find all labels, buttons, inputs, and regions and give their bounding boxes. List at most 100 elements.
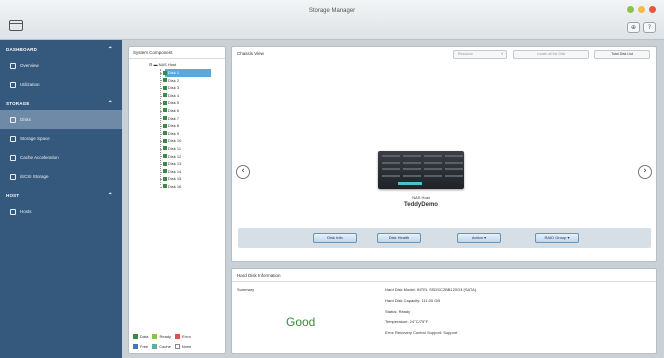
disk-tree-item[interactable]: Disk 4 [151,92,211,100]
disk-tree-item[interactable]: Disk 8 [151,122,211,130]
disk-detail-line: Hard Disk Capacity: 111.00 GB [385,297,440,303]
drive-bay[interactable] [445,161,463,164]
disk-tree-item[interactable]: Disk 6 [151,107,211,115]
sidebar-item-storage-space[interactable]: Storage Space [0,129,122,148]
sidebar-section-storage[interactable]: STORAGE ⌃ [0,98,122,110]
drive-bay[interactable] [382,174,400,177]
drive-bay[interactable] [445,168,463,170]
sidebar-item-label: Cache Acceleration [20,155,59,160]
disk-tree-item[interactable]: Disk 9 [151,130,211,138]
close-dot[interactable] [649,6,656,13]
drive-bay[interactable] [403,161,421,164]
disk-detail-line: Temperature: 24°C/75°F [385,319,429,325]
sidebar-item-cache-acceleration[interactable]: Cache Acceleration [0,148,122,167]
maximize-dot[interactable] [638,6,645,13]
disk-icon [163,138,167,143]
disk-icon [163,123,167,128]
hard-disk-info-panel: Hard Disk Information Summary Good Hard … [231,268,657,354]
disk-tree-item[interactable]: Disk 5 [151,99,211,107]
sidebar-item-overview[interactable]: Overview [0,56,122,75]
disk-info-button[interactable]: Disk Info [313,233,357,243]
legend-row: Data Ready Error [133,334,191,339]
disk-tree-item[interactable]: Disk 15 [151,175,211,183]
sidebar-section-host[interactable]: HOST ⌃ [0,190,122,202]
chevron-down-icon: ▾ [501,52,503,56]
drive-bay[interactable] [382,161,400,164]
drive-bay[interactable] [382,155,400,157]
tree-root[interactable]: ⊟ ▬ NAS Host [149,62,176,67]
drive-bay[interactable] [445,155,463,157]
iscsi-storage-icon [10,173,16,180]
disk-health-button[interactable]: Disk Health [377,233,421,243]
locate-all-disk-button[interactable]: Locate all the Disk [513,50,589,59]
drive-bay[interactable] [424,174,442,177]
disk-detail-line: Error Recovery Control Support: Support [385,330,458,336]
drive-bay[interactable] [382,168,400,170]
drive-bay[interactable] [445,174,463,177]
sidebar-item-label: Storage Space [20,136,50,141]
disk-tree-item[interactable]: Disk 2 [151,77,211,85]
disk-tree-item[interactable]: Disk 11 [151,145,211,153]
disk-icon [163,70,167,75]
disk-label: Disk 15 [168,176,182,182]
action-button[interactable]: Action ▾ [457,233,501,243]
drive-bay[interactable] [403,155,421,157]
sidebar-item-iscsi-storage[interactable]: iSCSI Storage [0,167,122,186]
disk-tree-item[interactable]: Disk 13 [151,160,211,168]
disk-tree-item[interactable]: Disk 7 [151,115,211,123]
raid-group-button[interactable]: RAID Group ▾ [535,233,579,243]
disk-label: Disk 16 [168,183,182,189]
legend-row: Free Cache None [133,344,191,349]
sidebar-item-disks[interactable]: Disks [0,110,122,129]
disk-label: Disk 2 [168,77,180,83]
disk-tree-item[interactable]: Disk 14 [151,168,211,176]
sidebar-item-label: Disks [20,117,31,122]
sidebar-section-label: DASHBOARD [6,47,38,52]
help-icon[interactable]: ? [643,22,656,33]
system-component-panel: System Component ⊟ ▬ NAS Host Disk 1 Disk… [128,46,226,354]
menu-icon[interactable] [9,20,23,31]
legend-label: Free [140,344,149,349]
legend-swatch-icon [133,334,138,339]
prev-arrow-icon[interactable]: ‹ [236,165,250,179]
sidebar-item-label: Overview [20,63,39,68]
nas-chassis-image[interactable] [378,151,464,189]
total-disk-list-button[interactable]: Total Disk List [594,50,650,59]
drive-bay[interactable] [403,174,421,177]
toolbar-icons: ⊕? [627,22,656,33]
disk-icon [163,154,167,159]
action-bar: Disk Info Disk Health Action ▾ RAID Group ▾ [238,228,651,248]
next-arrow-icon[interactable]: › [638,165,652,179]
sidebar-section-dashboard[interactable]: DASHBOARD ⌃ [0,44,122,56]
drive-bay[interactable] [424,168,442,170]
disk-tree-item[interactable]: Disk 1 [160,69,211,77]
drive-bay[interactable] [424,155,442,157]
nas-label: NAS Host [412,195,430,200]
disk-tree-item[interactable]: Disk 16 [151,183,211,191]
chevron-up-icon[interactable]: ⌃ [108,44,113,56]
resource-select[interactable]: Resource ▾ [453,50,507,59]
disk-tree-item[interactable]: Disk 10 [151,137,211,145]
legend-swatch-icon [133,344,138,349]
legend-swatch-icon [152,334,158,339]
sidebar-item-hosts[interactable]: Hosts [0,202,122,221]
collapse-icon[interactable]: ⊟ [149,62,152,67]
refresh-icon[interactable]: ⊕ [627,22,640,33]
nas-name: TeddyDemo [404,202,438,208]
disk-label: Disk 1 [168,70,180,75]
disk-icon [163,108,167,113]
chevron-up-icon[interactable]: ⌃ [108,98,113,110]
chevron-up-icon[interactable]: ⌃ [108,190,113,202]
panel-title: Chassis View [237,51,264,56]
hosts-icon [10,208,16,215]
drive-bay[interactable] [424,161,442,164]
minimize-dot[interactable] [627,6,634,13]
sidebar-item-utilization[interactable]: Utilization [0,75,122,94]
disk-tree-item[interactable]: Disk 12 [151,153,211,161]
disk-tree-item[interactable]: Disk 3 [151,84,211,92]
legend-item: Free [133,344,148,349]
drive-bay[interactable] [403,168,421,170]
chassis-header: Chassis View Resource ▾ Locate all the D… [232,47,656,61]
cache-acceleration-icon [10,154,16,161]
disk-label: Disk 13 [168,161,182,167]
